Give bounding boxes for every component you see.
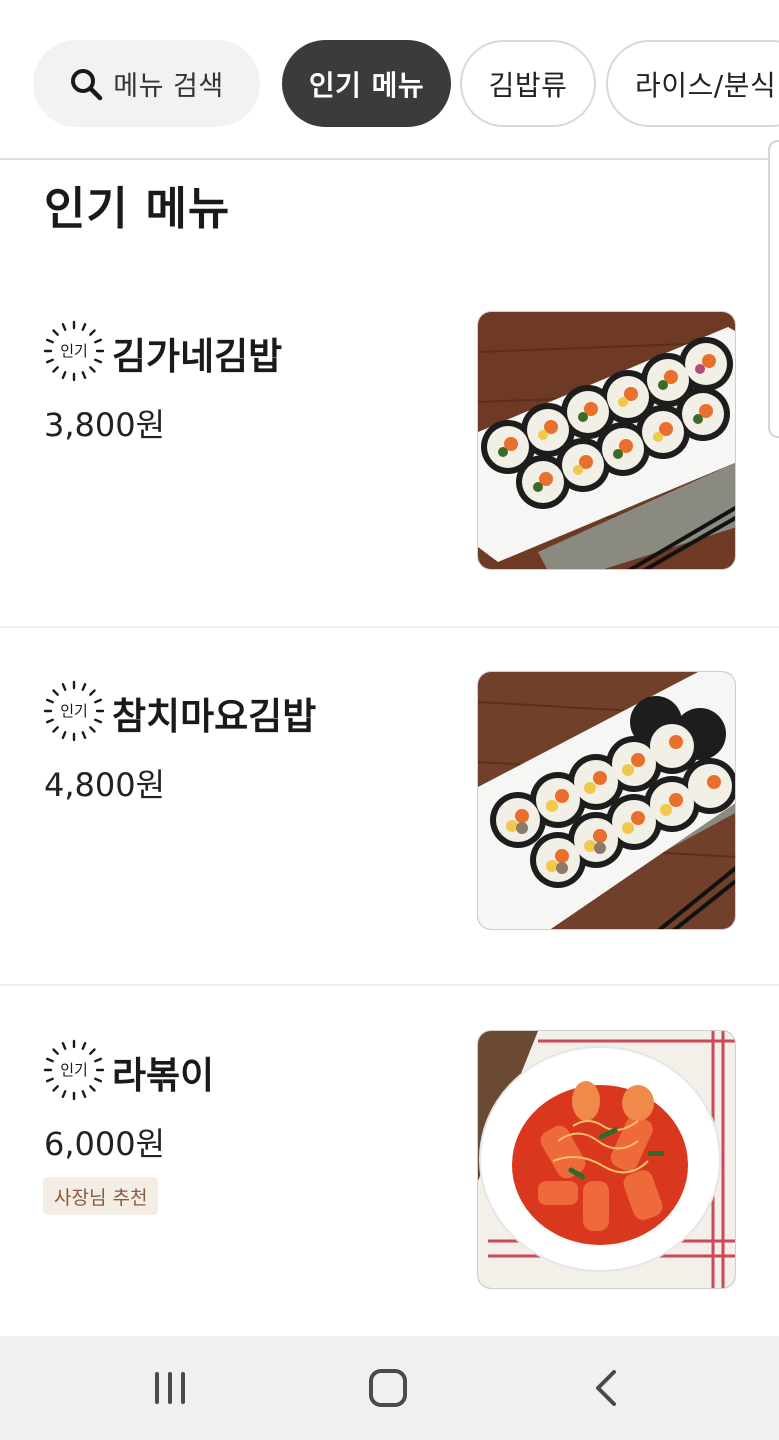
- item-price: 3,800원: [44, 406, 166, 444]
- back-icon[interactable]: [584, 1366, 628, 1410]
- tuna-mayo-gimbap-photo[interactable]: [477, 671, 736, 930]
- menu-item[interactable]: 인기 참치마요김밥 4,800원: [0, 628, 779, 986]
- menu-item[interactable]: 인기 김가네김밥 3,800원: [0, 268, 779, 626]
- owner-recommend-tag: 사장님 추천: [43, 1177, 159, 1215]
- search-icon: [71, 68, 103, 100]
- home-icon[interactable]: [366, 1366, 410, 1410]
- gimbap-photo[interactable]: [477, 311, 736, 570]
- tab-gimbap[interactable]: 김밥류: [460, 40, 596, 127]
- system-nav-bar: [0, 1336, 779, 1440]
- menu-search-label: 메뉴 검색: [113, 71, 224, 102]
- item-name: 참치마요김밥: [112, 695, 317, 738]
- tab-rice-snacks[interactable]: 라이스/분식: [606, 40, 779, 127]
- item-name: 라볶이: [112, 1054, 215, 1097]
- item-price: 6,000원: [44, 1125, 166, 1163]
- menu-page: 메뉴 검색 인기 메뉴 김밥류 라이스/분식 인기 메뉴 인기 김가네김밥 3,…: [0, 0, 779, 1440]
- section-title: 인기 메뉴: [44, 182, 231, 235]
- popular-badge-label: 인기: [60, 342, 88, 360]
- menu-item[interactable]: 인기 라볶이 6,000원 사장님 추천: [0, 987, 779, 1345]
- divider: [0, 984, 779, 986]
- item-price: 4,800원: [44, 766, 166, 804]
- popular-badge-label: 인기: [60, 702, 88, 720]
- popular-badge-icon: 인기: [43, 1039, 105, 1101]
- category-bar: 메뉴 검색 인기 메뉴 김밥류 라이스/분식: [0, 0, 779, 160]
- menu-search-button[interactable]: 메뉴 검색: [33, 40, 260, 127]
- popular-badge-icon: 인기: [43, 680, 105, 742]
- tab-popular-menu[interactable]: 인기 메뉴: [282, 40, 451, 127]
- rabokki-photo[interactable]: [477, 1030, 736, 1289]
- item-name: 김가네김밥: [112, 335, 283, 378]
- popular-badge-label: 인기: [60, 1061, 88, 1079]
- popular-badge-icon: 인기: [43, 320, 105, 382]
- recent-apps-icon[interactable]: [148, 1366, 192, 1410]
